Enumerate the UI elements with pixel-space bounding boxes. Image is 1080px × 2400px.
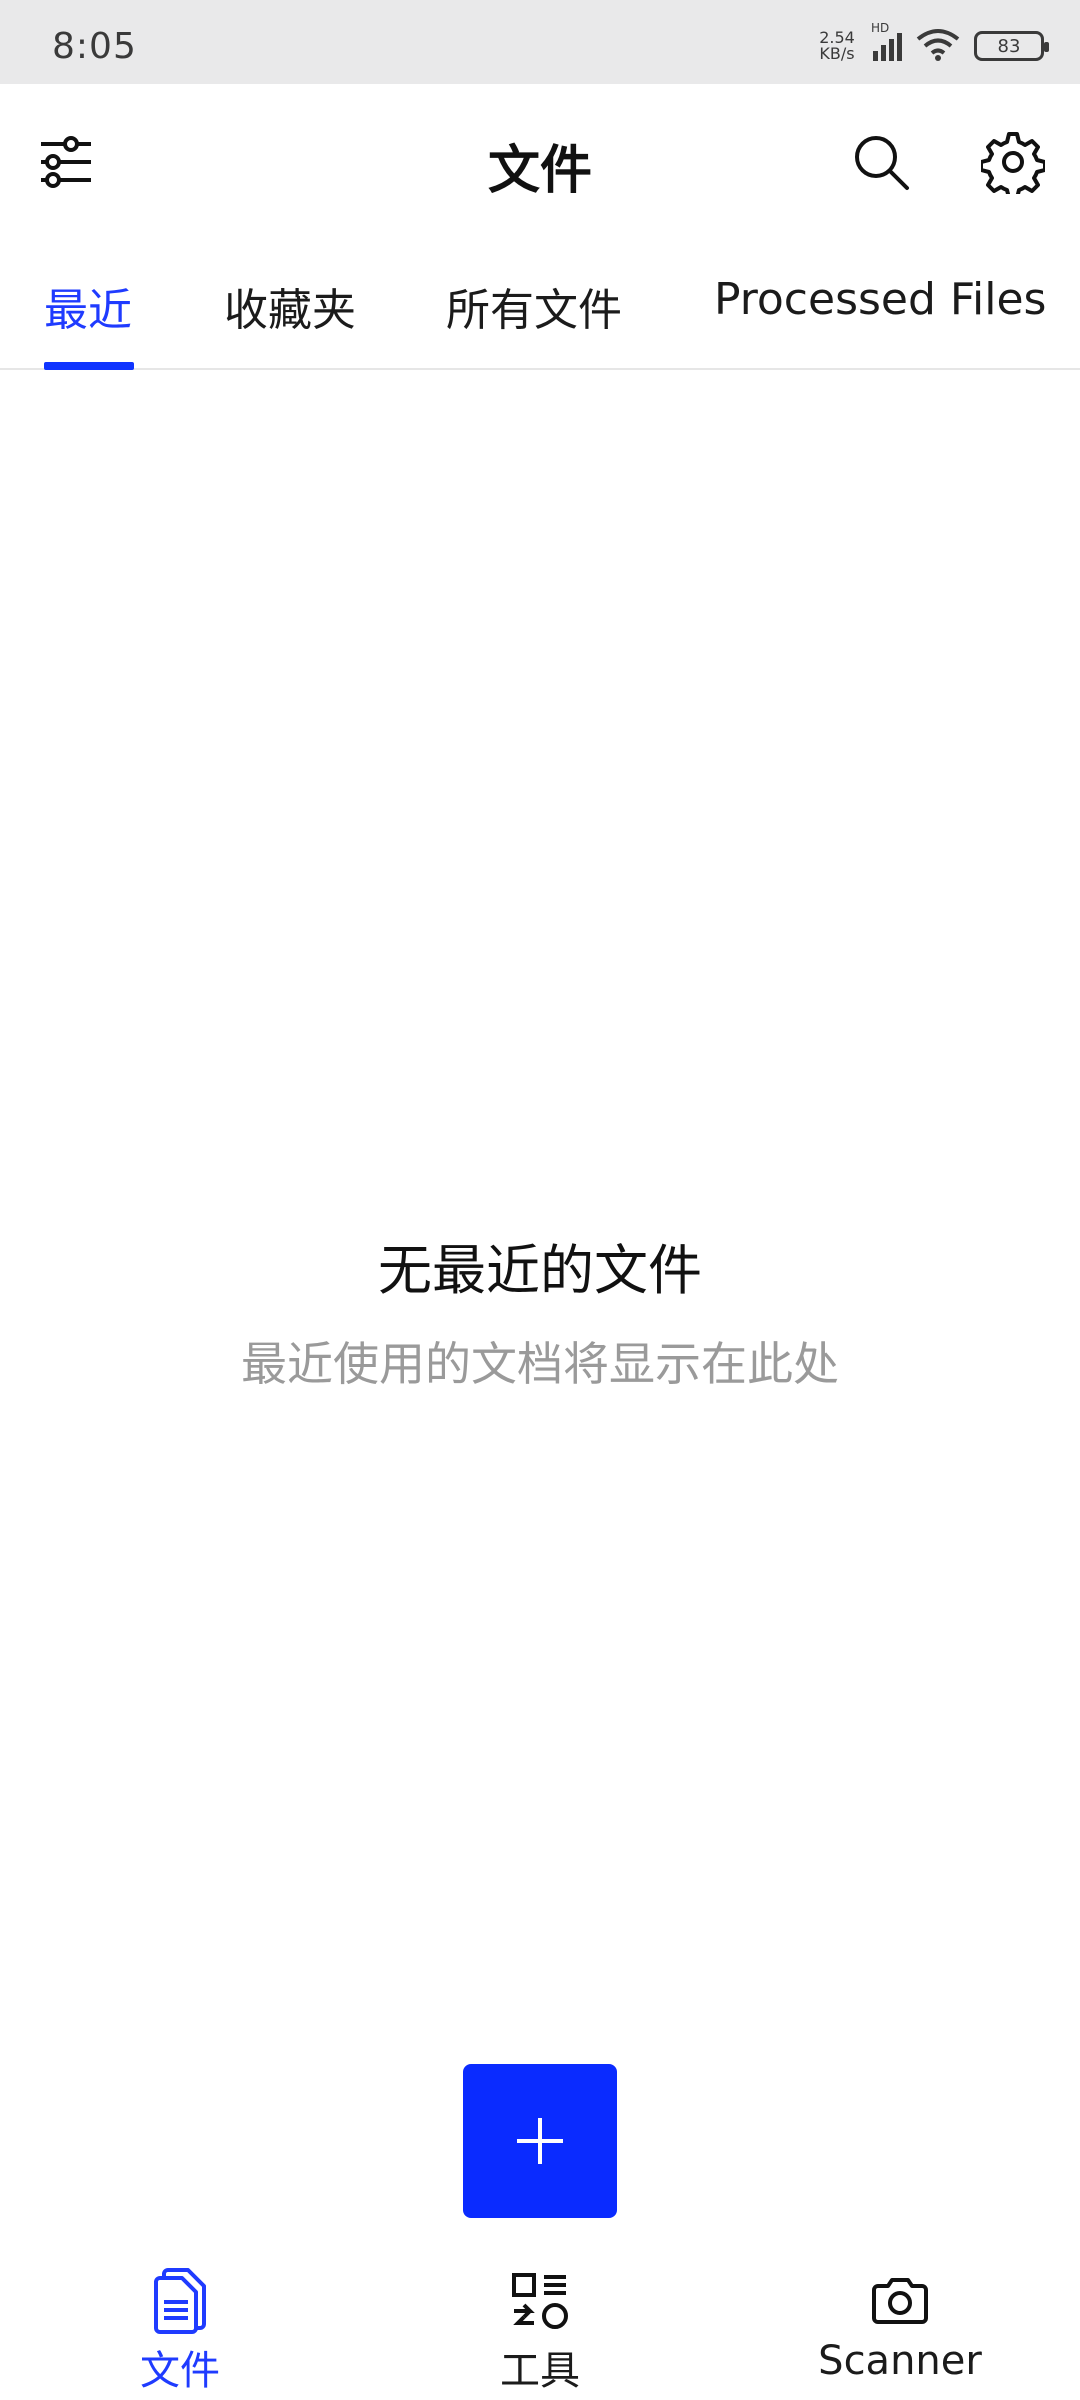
tab-bar: 最近 收藏夹 所有文件 Processed Files (0, 234, 1080, 370)
settings-button[interactable] (973, 122, 1053, 202)
nav-item-scanner[interactable]: Scanner (800, 2240, 1000, 2400)
search-icon (855, 136, 909, 190)
wifi-icon (916, 27, 960, 65)
empty-state-title: 无最近的文件 (378, 1239, 702, 1302)
network-badge: HD (871, 21, 890, 35)
status-bar: 8:05 2.54 KB/s HD 83 (0, 0, 1080, 84)
add-button[interactable] (463, 2064, 617, 2218)
tab-all-files[interactable]: 所有文件 (446, 274, 622, 338)
plus-icon (517, 2118, 563, 2164)
search-button[interactable] (841, 122, 921, 202)
bottom-navigation: 文件 工具 Scanner (0, 2240, 1080, 2400)
battery-icon: 83 (974, 31, 1049, 61)
network-speed-unit: KB/s (819, 44, 855, 63)
empty-state-subtitle: 最近使用的文档将显示在此处 (241, 1337, 839, 1391)
battery-level: 83 (997, 35, 1021, 57)
status-icons: 2.54 KB/s HD 83 (815, 21, 1049, 66)
network-speed: 2.54 KB/s (815, 30, 859, 62)
tab-favorites[interactable]: 收藏夹 (224, 274, 356, 338)
nav-label-tools: 工具 (500, 2348, 580, 2394)
nav-item-files[interactable]: 文件 (80, 2240, 280, 2400)
nav-label-files: 文件 (140, 2348, 220, 2394)
camera-icon (865, 2266, 935, 2336)
tab-recent[interactable]: 最近 (44, 274, 132, 338)
document-icon (145, 2266, 215, 2336)
status-time: 8:05 (52, 26, 137, 67)
signal-icon: HD (871, 21, 902, 61)
nav-label-scanner: Scanner (818, 2338, 982, 2384)
active-tab-indicator (44, 362, 134, 370)
app-bar: 文件 (0, 84, 1080, 234)
tab-processed-files[interactable]: Processed Files (714, 274, 1046, 325)
gear-icon (981, 132, 1045, 194)
tools-icon (505, 2266, 575, 2336)
nav-item-tools[interactable]: 工具 (440, 2240, 640, 2400)
